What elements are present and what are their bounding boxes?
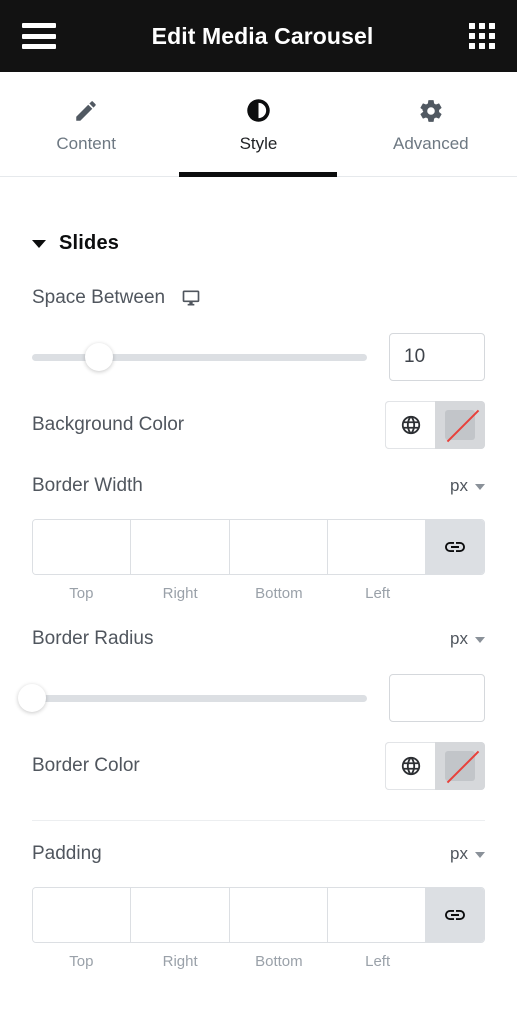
grid-apps-icon[interactable]	[468, 23, 495, 49]
chevron-down-icon	[475, 852, 485, 858]
padding-label: Padding	[32, 843, 102, 864]
style-panel-body: Slides Space Between 10 Background Color…	[0, 177, 517, 1024]
padding-unit-switcher[interactable]: px	[450, 844, 485, 864]
tab-advanced[interactable]: Advanced	[345, 72, 517, 176]
space-between-input[interactable]	[389, 333, 485, 381]
hamburger-menu-icon[interactable]	[22, 23, 56, 49]
link-chain-icon[interactable]	[426, 888, 484, 942]
contrast-half-circle-icon	[245, 97, 272, 125]
control-border-radius: Border Radius px	[18, 606, 485, 726]
border-width-unit-switcher[interactable]: px	[450, 476, 485, 496]
no-color-swatch-icon[interactable]	[435, 742, 485, 790]
border-radius-label: Border Radius	[32, 628, 154, 649]
page-title: Edit Media Carousel	[151, 22, 374, 49]
globe-icon[interactable]	[385, 401, 435, 449]
control-padding: Padding px Top Right Bottom Left	[32, 821, 485, 974]
border-radius-unit-value: px	[450, 629, 468, 648]
tab-advanced-label: Advanced	[393, 133, 469, 153]
pencil-icon	[73, 97, 99, 125]
border-radius-input[interactable]	[389, 674, 485, 722]
border-width-top-input[interactable]	[33, 520, 132, 574]
border-width-field-labels: Top Right Bottom Left	[32, 585, 485, 602]
border-width-unit-value: px	[450, 476, 468, 495]
padding-left-label: Left	[365, 953, 391, 970]
caret-down-icon	[32, 239, 46, 248]
border-radius-slider[interactable]	[18, 681, 367, 715]
padding-bottom-input[interactable]	[229, 888, 328, 942]
border-width-left-label: Left	[365, 585, 391, 602]
border-color-label: Border Color	[32, 755, 140, 776]
section-slides-title: Slides	[59, 232, 120, 254]
chevron-down-icon	[475, 484, 485, 490]
border-width-bottom-input[interactable]	[229, 520, 328, 574]
globe-icon[interactable]	[385, 742, 435, 790]
no-color-swatch-icon[interactable]	[435, 401, 485, 449]
padding-right-label: Right	[162, 953, 198, 970]
panel-header: Edit Media Carousel	[0, 0, 517, 72]
border-width-bottom-label: Bottom	[255, 585, 303, 602]
border-width-inputs	[32, 519, 485, 575]
chevron-down-icon	[475, 637, 485, 643]
padding-unit-value: px	[450, 844, 468, 863]
control-background-color: Background Color	[32, 385, 485, 453]
tab-content-label: Content	[56, 133, 116, 153]
control-border-width: Border Width px Top Right Bottom Left	[32, 453, 485, 606]
border-width-label: Border Width	[32, 475, 143, 496]
padding-right-input[interactable]	[131, 888, 230, 942]
border-width-right-label: Right	[162, 585, 198, 602]
border-width-right-input[interactable]	[131, 520, 230, 574]
background-color-label: Background Color	[32, 414, 185, 435]
slider-thumb[interactable]	[85, 343, 113, 371]
desktop-monitor-icon[interactable]	[181, 288, 201, 308]
tab-style-label: Style	[239, 133, 278, 153]
tab-content[interactable]: Content	[0, 72, 172, 176]
space-between-label-text: Space Between	[32, 287, 166, 308]
space-between-slider[interactable]	[32, 340, 367, 374]
link-chain-icon[interactable]	[426, 520, 484, 574]
control-space-between: Space Between	[32, 265, 485, 385]
gear-icon	[418, 97, 444, 125]
border-color-picker[interactable]	[385, 742, 485, 790]
border-width-left-input[interactable]	[327, 520, 426, 574]
border-width-top-label: Top	[69, 585, 94, 602]
space-between-label: Space Between	[32, 287, 201, 309]
padding-field-labels: Top Right Bottom Left	[32, 953, 485, 970]
slider-thumb[interactable]	[18, 684, 46, 712]
slider-track	[32, 694, 367, 702]
background-color-picker[interactable]	[385, 401, 485, 449]
padding-top-input[interactable]	[33, 888, 132, 942]
control-border-color: Border Color	[32, 726, 485, 794]
padding-top-label: Top	[69, 953, 94, 970]
border-radius-unit-switcher[interactable]: px	[450, 629, 485, 649]
section-slides-header[interactable]: Slides	[32, 177, 485, 265]
tab-style[interactable]: Style	[172, 72, 344, 176]
padding-bottom-label: Bottom	[255, 953, 303, 970]
elementor-editor-panel: Edit Media Carousel Content Style Advanc…	[0, 0, 517, 1024]
slider-track	[32, 353, 367, 361]
padding-inputs	[32, 887, 485, 943]
panel-tabs: Content Style Advanced	[0, 72, 517, 177]
padding-left-input[interactable]	[327, 888, 426, 942]
